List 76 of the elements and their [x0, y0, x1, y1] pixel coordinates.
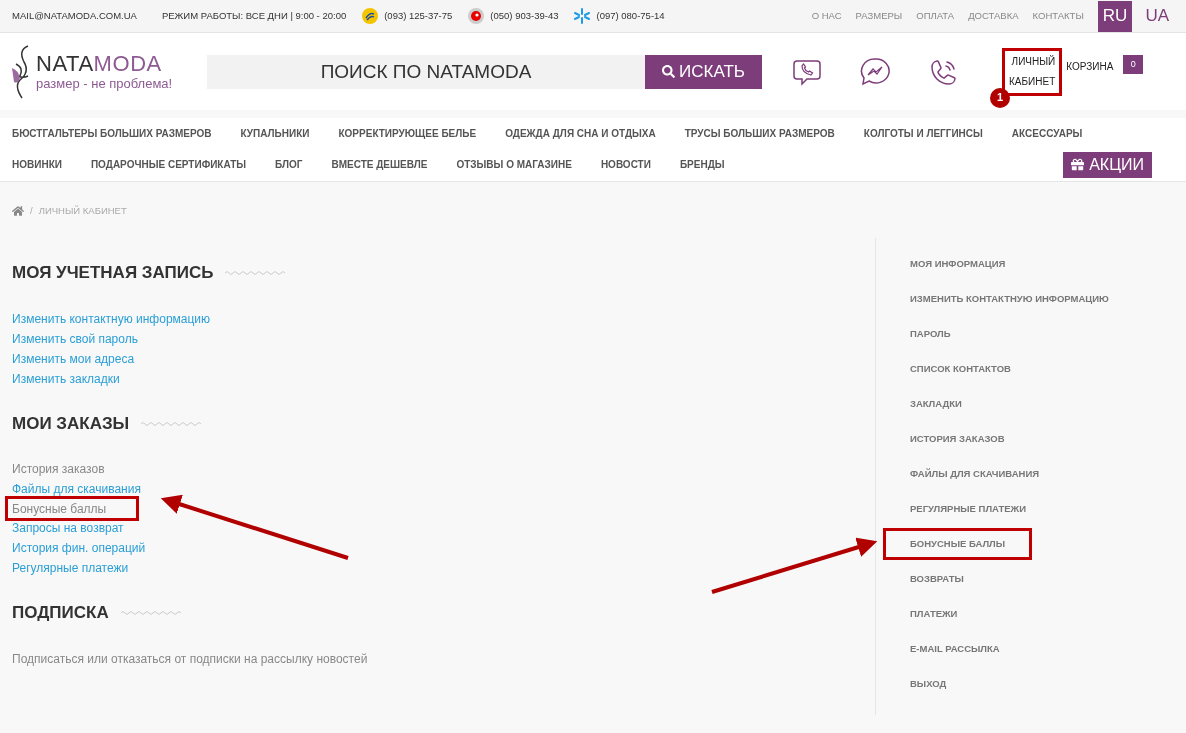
- nav-link[interactable]: КУПАЛЬНИКИ: [240, 126, 310, 141]
- account-menu-link[interactable]: Изменить закладки: [12, 368, 120, 389]
- nav-link[interactable]: АКСЕССУАРЫ: [1011, 126, 1083, 141]
- sidebar-item[interactable]: ИЗМЕНИТЬ КОНТАКТНУЮ ИНФОРМАЦИЮ: [910, 291, 1109, 306]
- sidebar-item[interactable]: ПЛАТЕЖИ: [910, 606, 958, 621]
- nav-link[interactable]: ВМЕСТЕ ДЕШЕВЛЕ: [331, 157, 428, 172]
- account-menu-link[interactable]: История фин. операций: [12, 538, 146, 559]
- email-text: MAIL@NATAMODA.COM.UA: [12, 8, 137, 23]
- search-field[interactable]: ПОИСК ПО NATAMODA: [207, 54, 645, 89]
- sidebar-item[interactable]: ЗАКЛАДКИ: [910, 396, 962, 411]
- search-icon: [662, 65, 675, 78]
- logo-text: NATA: [36, 51, 94, 76]
- account-menu-link[interactable]: Регулярные платежи: [12, 558, 129, 579]
- logo-tagline: размер - не проблема!: [36, 77, 173, 90]
- operator-logo-icon: [468, 8, 485, 24]
- annotation-badge: 1: [990, 87, 1010, 108]
- promo-button[interactable]: АКЦИИ: [1063, 151, 1152, 178]
- account-menu-link[interactable]: Изменить мои адреса: [12, 348, 135, 369]
- wavy-line-icon: [225, 270, 288, 276]
- sidebar-item[interactable]: РЕГУЛЯРНЫЕ ПЛАТЕЖИ: [910, 501, 1026, 516]
- account-link[interactable]: ЛИЧНЫЙ КАБИНЕТ: [1002, 47, 1063, 96]
- account-menu-link[interactable]: Подписаться или отказаться от подписки на рассылку новостей: [12, 648, 368, 669]
- account-menu-link[interactable]: История заказов: [12, 459, 105, 480]
- sidebar-item[interactable]: ФАЙЛЫ ДЛЯ СКАЧИВАНИЯ: [910, 466, 1040, 481]
- account-menu-link[interactable]: Изменить контактную информацию: [12, 308, 211, 329]
- operator-logo-icon: [574, 8, 591, 24]
- nav-link[interactable]: БЮСТГАЛЬТЕРЫ БОЛЬШИХ РАЗМЕРОВ: [12, 126, 212, 141]
- phone-number[interactable]: (093) 125-37-75: [384, 8, 453, 24]
- working-hours-text: РЕЖИМ РАБОТЫ: ВСЕ ДНИ | 9:00 - 20:00: [161, 8, 347, 23]
- sidebar-item[interactable]: ИСТОРИЯ ЗАКАЗОВ: [910, 431, 1005, 446]
- breadcrumb-item: ЛИЧНЫЙ КАБИНЕТ: [38, 204, 127, 218]
- top-link[interactable]: О НАС: [811, 8, 842, 24]
- wavy-line-icon: [120, 610, 183, 616]
- cart-count-badge: 0: [1123, 55, 1144, 74]
- nav-link[interactable]: ТРУСЫ БОЛЬШИХ РАЗМЕРОВ: [684, 126, 835, 141]
- breadcrumb-separator: /: [30, 204, 33, 218]
- cart-link[interactable]: КОРЗИНА: [1066, 59, 1114, 74]
- messenger-icon[interactable]: [860, 56, 890, 87]
- language-button[interactable]: UA: [1140, 0, 1174, 32]
- sidebar-item[interactable]: СПИСОК КОНТАКТОВ: [910, 361, 1011, 376]
- nav-link[interactable]: ОТЗЫВЫ О МАГАЗИНЕ: [456, 157, 572, 172]
- section-heading: ПОДПИСКА: [12, 602, 109, 625]
- phone-number[interactable]: (097) 080-75-14: [596, 8, 665, 24]
- section-heading: МОИ ЗАКАЗЫ: [12, 412, 130, 435]
- search-button[interactable]: ИСКАТЬ: [645, 54, 762, 89]
- section-heading: МОЯ УЧЕТНАЯ ЗАПИСЬ: [12, 262, 214, 285]
- nav-link[interactable]: НОВИНКИ: [12, 157, 62, 172]
- operator-logo-icon: [362, 8, 379, 24]
- language-button[interactable]: RU: [1097, 0, 1133, 32]
- home-icon[interactable]: [12, 205, 24, 218]
- sidebar-item[interactable]: ВОЗВРАТЫ: [910, 571, 964, 586]
- sidebar-item[interactable]: ПАРОЛЬ: [910, 326, 951, 341]
- top-link[interactable]: ОПЛАТА: [916, 8, 955, 24]
- account-menu-link[interactable]: Файлы для скачивания: [12, 479, 141, 500]
- top-link[interactable]: РАЗМЕРЫ: [855, 8, 903, 24]
- nav-link[interactable]: БЛОГ: [275, 157, 303, 172]
- sidebar-item[interactable]: ВЫХОД: [910, 676, 947, 691]
- gift-icon: [1071, 158, 1085, 171]
- nav-link[interactable]: НОВОСТИ: [600, 157, 651, 172]
- nav-link[interactable]: КОРРЕКТИРУЮЩЕЕ БЕЛЬЕ: [338, 126, 477, 141]
- wavy-line-icon: [141, 420, 204, 427]
- nav-link[interactable]: ПОДАРОЧНЫЕ СЕРТИФИКАТЫ: [90, 157, 247, 172]
- sidebar-item[interactable]: МОЯ ИНФОРМАЦИЯ: [910, 256, 1006, 271]
- logo-text: MODA: [93, 51, 162, 76]
- account-menu-link[interactable]: Запросы на возврат: [12, 518, 124, 539]
- logo[interactable]: NATAMODA размер - не проблема!: [10, 41, 195, 102]
- nav-link[interactable]: ОДЕЖДА ДЛЯ СНА И ОТДЫХА: [505, 126, 656, 141]
- account-menu-link[interactable]: Изменить свой пароль: [12, 328, 138, 349]
- nav-link[interactable]: КОЛГОТЫ И ЛЕГГИНСЫ: [863, 126, 983, 141]
- sidebar-item[interactable]: БОНУСНЫЕ БАЛЛЫ: [883, 527, 1033, 560]
- nav-link[interactable]: БРЕНДЫ: [679, 157, 725, 172]
- top-link[interactable]: ДОСТАВКА: [968, 8, 1019, 24]
- sidebar-item[interactable]: E-MAIL РАССЫЛКА: [910, 641, 1000, 656]
- phone-number[interactable]: (050) 903-39-43: [490, 8, 559, 24]
- top-link[interactable]: КОНТАКТЫ: [1032, 8, 1084, 24]
- account-menu-link[interactable]: Бонусные баллы: [12, 498, 107, 519]
